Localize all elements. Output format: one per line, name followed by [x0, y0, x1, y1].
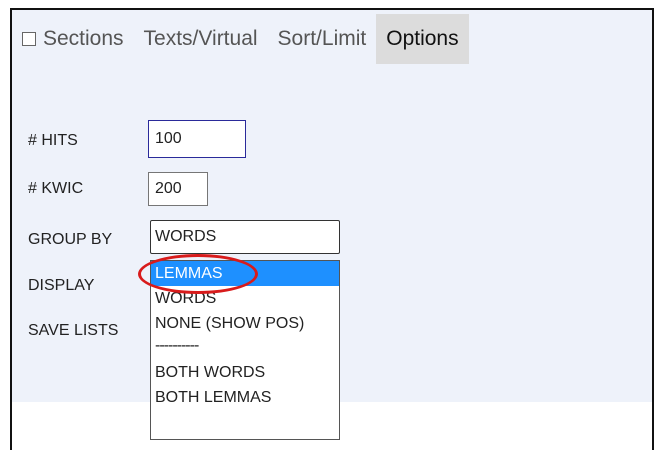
- tab-options-label: Options: [386, 27, 459, 50]
- save-lists-label: SAVE LISTS: [28, 322, 119, 339]
- tab-sort-limit-label: Sort/Limit: [277, 27, 367, 50]
- group-by-select[interactable]: WORDS: [150, 220, 340, 254]
- kwic-input[interactable]: 200: [148, 172, 208, 206]
- tab-texts-virtual-label: Texts/Virtual: [143, 27, 258, 50]
- option-both-lemmas[interactable]: BOTH LEMMAS: [151, 385, 339, 410]
- tab-sections-label: Sections: [43, 27, 124, 50]
- display-label: DISPLAY: [28, 277, 95, 294]
- tab-texts-virtual[interactable]: Texts/Virtual: [134, 14, 268, 64]
- tab-options[interactable]: Options: [376, 14, 469, 64]
- kwic-label: # KWIC: [28, 180, 84, 197]
- hits-input[interactable]: 100: [148, 120, 246, 158]
- hits-label: # HITS: [28, 132, 78, 149]
- sections-checkbox[interactable]: [22, 32, 36, 46]
- tab-sort-limit[interactable]: Sort/Limit: [268, 14, 377, 64]
- group-by-value: WORDS: [155, 228, 217, 245]
- tab-bar: Sections Texts/Virtual Sort/Limit Option…: [14, 10, 469, 68]
- tab-sections[interactable]: Sections: [14, 14, 134, 64]
- red-highlight-circle: [138, 254, 258, 294]
- option-both-words[interactable]: BOTH WORDS: [151, 360, 339, 385]
- group-by-label: GROUP BY: [28, 231, 113, 248]
- option-separator: ----------: [155, 337, 199, 354]
- option-none-show-pos[interactable]: NONE (SHOW POS): [151, 311, 339, 336]
